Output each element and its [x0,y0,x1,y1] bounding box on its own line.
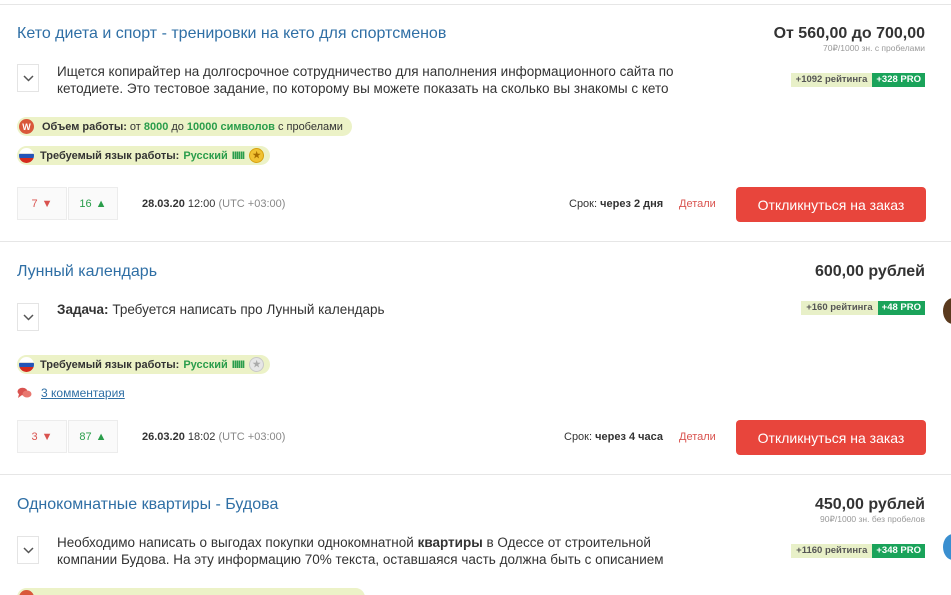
dislike-count: 7 [31,197,38,210]
order-price: От 560,00 до 700,00 [773,25,925,42]
timezone: (UTC +03:00) [218,431,286,443]
pro-value: +48 PRO [877,301,925,315]
order-price: 450,00 рублей [814,496,925,513]
language-value: Русский [183,149,228,162]
avatar[interactable] [943,534,951,560]
volume-suffix: с пробелами [277,120,343,133]
expand-toggle[interactable] [17,64,39,92]
time-value: 18:02 [187,431,216,443]
chevron-down-icon [22,546,34,554]
order-price-rate: 70₽/1000 зн. с пробелами [823,43,925,53]
expand-toggle[interactable] [17,536,39,564]
comments: 3 комментария [17,386,125,400]
thumbs-down-icon: ▼ [41,430,53,443]
thumbs-down-icon: ▼ [41,197,53,210]
rating-badge: +160 рейтинга +48 PRO [801,301,925,315]
volume-min: 8000 [143,120,169,133]
task-text: Требуется написать про Лунный календарь [112,302,385,317]
order-card: Кето диета и спорт - тренировки на кето … [0,0,951,241]
order-title[interactable]: Кето диета и спорт - тренировки на кето … [17,25,446,43]
order-price: 600,00 рублей [814,263,925,280]
order-card: Лунный календарь 600,00 рублей Задача: Т… [0,241,951,474]
volume-w-icon [19,590,34,595]
deadline: Срок: через 2 дня [569,198,663,210]
divider [0,474,951,475]
divider [0,4,951,5]
task-label: Задача: [57,302,109,317]
pro-value: +348 PRO [872,544,925,558]
russia-flag-icon [19,357,34,372]
volume-label: Объем работы: [42,120,127,133]
deadline: Срок: через 4 часа [564,431,663,443]
language-label: Требуемый язык работы: [40,149,180,162]
gold-medal-icon: ★ [249,148,265,163]
dislike-count: 3 [31,430,38,443]
volume-chip [17,588,365,595]
like-button[interactable]: 16 ▲ [68,187,118,220]
chevron-down-icon [22,74,34,82]
order-description: Ищется копирайтер на долгосрочное сотруд… [57,64,674,96]
order-card: Однокомнатные квартиры - Будова 450,00 р… [0,474,951,595]
thumbs-up-icon: ▲ [95,197,107,210]
russia-flag-icon [19,148,34,163]
volume-w-icon: W [19,119,34,134]
details-link[interactable]: Детали [679,431,716,443]
rating-value: +1092 рейтинга [790,73,873,87]
like-count: 87 [79,430,92,443]
deadline-value: через 4 часа [595,431,664,443]
respond-button[interactable]: Откликнуться на заказ [736,420,926,455]
language-level: IIIIII [231,149,245,162]
avatar[interactable] [943,298,951,324]
like-count: 16 [79,197,92,210]
timezone: (UTC +03:00) [218,198,286,210]
language-label: Требуемый язык работы: [40,358,180,371]
rating-badge: +1160 рейтинга +348 PRO [791,544,925,558]
deadline-label: Срок: [569,198,598,210]
volume-chip: W Объем работы: от 8000 до 10000 символо… [17,117,352,136]
respond-button[interactable]: Откликнуться на заказ [736,187,926,222]
order-description: Необходимо написать о выгодах покупки од… [57,534,707,568]
chevron-down-icon [22,313,34,321]
time-value: 12:00 [187,198,216,210]
language-chip: Требуемый язык работы: Русский IIIIII ★ [17,355,271,374]
dislike-button[interactable]: 3 ▼ [17,420,67,453]
order-title[interactable]: Лунный календарь [17,263,157,281]
order-date: 26.03.20 18:02 (UTC +03:00) [142,431,285,443]
order-price-rate: 90₽/1000 зн. без пробелов [820,514,925,524]
order-date: 28.03.20 12:00 (UTC +03:00) [142,198,285,210]
expand-toggle[interactable] [17,303,39,331]
order-description: Задача: Требуется написать про Лунный ка… [57,301,707,318]
deadline-value: через 2 дня [600,198,664,210]
language-level: IIIIII [231,358,245,371]
description-part-a: Необходимо написать о выгодах покупки од… [57,535,414,550]
volume-from: от [129,120,141,133]
like-button[interactable]: 87 ▲ [68,420,118,453]
rating-value: +160 рейтинга [801,301,878,315]
grey-medal-icon: ★ [249,357,265,372]
thumbs-up-icon: ▲ [95,430,107,443]
language-chip: Требуемый язык работы: Русский IIIIII ★ [17,146,271,165]
date-value: 28.03.20 [142,198,185,210]
date-value: 26.03.20 [142,431,185,443]
rating-badge: +1092 рейтинга +328 PRO [790,73,925,87]
pro-value: +328 PRO [872,73,925,87]
details-link[interactable]: Детали [679,198,716,210]
description-bold: квартиры [417,535,483,550]
language-value: Русский [183,358,228,371]
rating-value: +1160 рейтинга [791,544,873,558]
order-title[interactable]: Однокомнатные квартиры - Будова [17,496,278,514]
comments-icon [17,387,32,398]
dislike-button[interactable]: 7 ▼ [17,187,67,220]
volume-max: 10000 символов [186,120,275,133]
comments-link[interactable]: 3 комментария [41,386,125,400]
volume-to: до [171,120,184,133]
deadline-label: Срок: [564,431,593,443]
divider [0,241,951,242]
